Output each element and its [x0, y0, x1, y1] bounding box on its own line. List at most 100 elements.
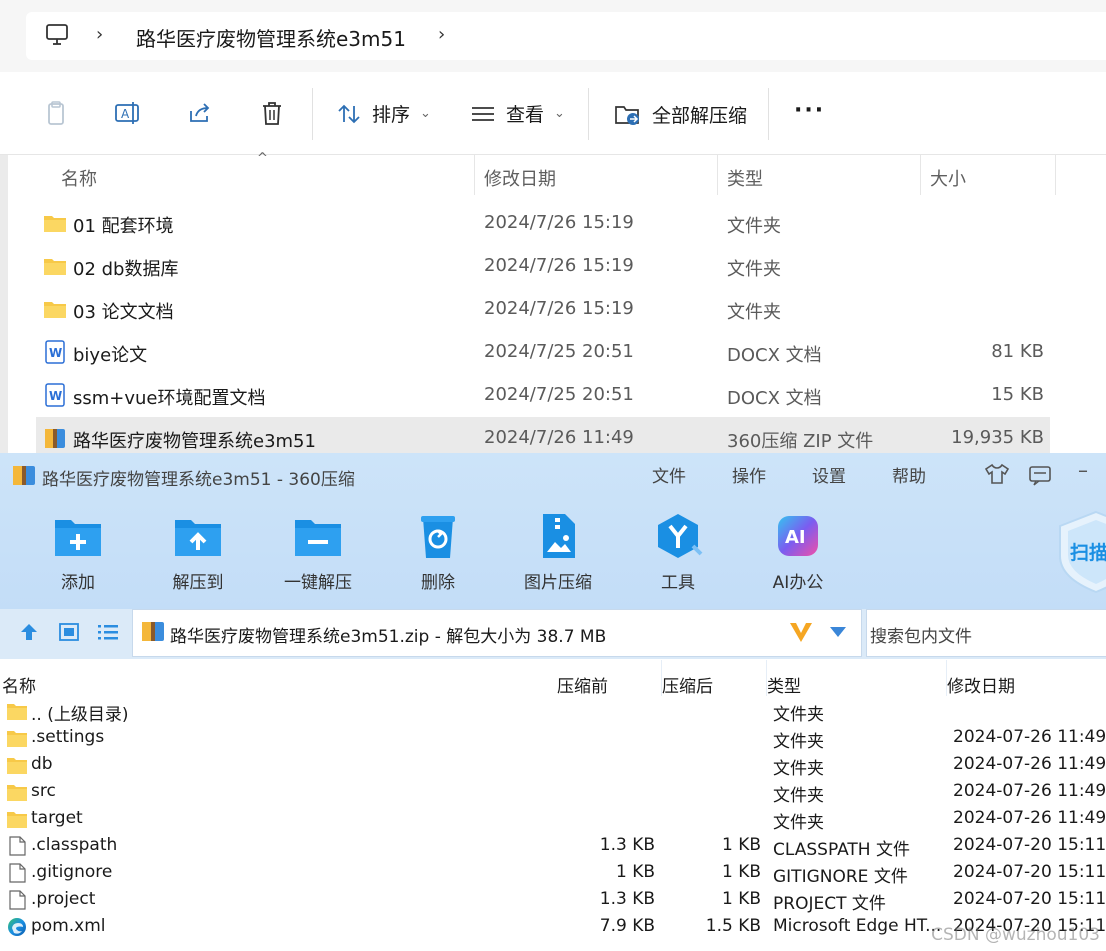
menu-operation[interactable]: 操作: [732, 462, 766, 487]
menu-help[interactable]: 帮助: [892, 462, 926, 487]
entry-type: 文件夹: [773, 786, 824, 806]
archive-search-input[interactable]: 搜索包内文件: [866, 609, 1106, 657]
delete-button[interactable]: 删除: [388, 508, 488, 598]
add-button[interactable]: 添加: [28, 508, 128, 598]
column-divider: [1055, 155, 1056, 195]
zip-app-icon: [13, 466, 35, 485]
more-options-icon[interactable]: ···: [794, 98, 825, 123]
svg-text:W: W: [49, 346, 62, 360]
tools-button[interactable]: 工具: [628, 508, 728, 598]
entry-compressed-size: 1 KB: [721, 889, 761, 909]
menu-file[interactable]: 文件: [652, 462, 686, 487]
ai-office-button[interactable]: AI AI办公: [748, 508, 848, 598]
minimize-icon[interactable]: –: [1078, 458, 1088, 482]
file-date: 2024/7/26 15:19: [484, 212, 634, 233]
extract-to-button[interactable]: 解压到: [148, 508, 248, 598]
column-header-date[interactable]: 修改日期: [484, 165, 556, 191]
folder-icon: [7, 731, 27, 747]
entry-uncompressed-size: 7.9 KB: [599, 916, 655, 936]
file-row[interactable]: 03 论文文档 2024/7/26 15:19 文件夹: [36, 288, 1050, 330]
dropdown-arrow-icon[interactable]: [829, 626, 847, 638]
v-logo-icon[interactable]: [788, 620, 814, 644]
breadcrumb-current[interactable]: 路华医疗废物管理系统e3m51: [136, 23, 406, 52]
column-header-uncompressed[interactable]: 压缩前: [557, 672, 608, 697]
zip-archive-icon: [45, 429, 65, 448]
folder-icon: [7, 785, 27, 801]
menu-settings[interactable]: 设置: [812, 462, 846, 487]
file-type: DOCX 文档: [727, 345, 822, 366]
column-header-size[interactable]: 大小: [930, 165, 966, 191]
sort-label: 排序: [372, 104, 411, 126]
image-compress-label: 图片压缩: [524, 573, 592, 593]
one-click-extract-button[interactable]: 一键解压: [268, 508, 368, 598]
file-row[interactable]: 02 db数据库 2024/7/26 15:19 文件夹: [36, 245, 1050, 287]
zip-entry-row[interactable]: .settings 文件夹 2024-07-26 11:49: [0, 725, 1106, 752]
file-size: 81 KB: [991, 341, 1044, 362]
skin-shirt-icon[interactable]: [984, 462, 1010, 486]
entry-date: 2024-07-20 15:11: [953, 862, 1106, 882]
image-compress-button[interactable]: 图片压缩: [508, 508, 608, 598]
paste-icon[interactable]: [36, 93, 76, 133]
entry-uncompressed-size: 1.3 KB: [599, 889, 655, 909]
file-name: biye论文: [73, 345, 148, 366]
zip-entry-row[interactable]: .. (上级目录) 文件夹: [0, 698, 1106, 725]
file-name: 01 配套环境: [73, 216, 174, 237]
zip-entry-row[interactable]: db 文件夹 2024-07-26 11:49: [0, 752, 1106, 779]
file-name: 03 论文文档: [73, 302, 174, 323]
column-divider: [717, 155, 718, 195]
edge-icon: [8, 918, 26, 936]
chevron-right-icon[interactable]: ›: [438, 24, 445, 45]
rename-icon[interactable]: A: [108, 93, 148, 133]
file-row[interactable]: W ssm+vue环境配置文档 2024/7/25 20:51 DOCX 文档 …: [36, 374, 1050, 416]
column-header-type[interactable]: 类型: [767, 672, 801, 697]
column-header-date[interactable]: 修改日期: [947, 672, 1015, 697]
file-row[interactable]: 01 配套环境 2024/7/26 15:19 文件夹: [36, 202, 1050, 244]
zip-entry-row[interactable]: src 文件夹 2024-07-26 11:49: [0, 779, 1106, 806]
share-icon[interactable]: [180, 93, 220, 133]
sort-button[interactable]: 排序 ⌄: [336, 100, 431, 127]
this-pc-icon[interactable]: [44, 22, 70, 52]
view-list-icon: [472, 106, 494, 121]
folder-icon: [7, 758, 27, 774]
one-click-extract-label: 一键解压: [284, 573, 352, 593]
up-arrow-icon[interactable]: [18, 622, 40, 642]
extract-all-button[interactable]: 全部解压缩: [614, 100, 747, 128]
feedback-icon[interactable]: [1028, 464, 1052, 486]
scan-button[interactable]: 扫描: [1056, 510, 1106, 594]
zip-entry-row[interactable]: target 文件夹 2024-07-26 11:49: [0, 806, 1106, 833]
zip-entry-row[interactable]: .project 1.3 KB 1 KB PROJECT 文件 2024-07-…: [0, 887, 1106, 914]
entry-name: target: [31, 808, 83, 828]
file-icon: [9, 836, 26, 856]
add-label: 添加: [61, 573, 95, 593]
chevron-right-icon[interactable]: ›: [96, 24, 103, 45]
list-view-icon[interactable]: [96, 622, 120, 642]
entry-name: pom.xml: [31, 916, 106, 936]
file-size: 19,935 KB: [951, 427, 1044, 448]
view-button[interactable]: 查看 ⌄: [470, 100, 565, 127]
file-date: 2024/7/25 20:51: [484, 384, 634, 405]
extract-to-icon: [175, 520, 221, 556]
entry-name: src: [31, 781, 56, 801]
search-placeholder: 搜索包内文件: [870, 627, 972, 647]
column-divider: [920, 155, 921, 195]
zip-list-header: [0, 666, 1106, 696]
delete-icon[interactable]: [252, 93, 292, 133]
folder-icon: [44, 216, 66, 232]
column-header-name[interactable]: 名称: [61, 165, 97, 191]
column-header-name[interactable]: 名称: [2, 672, 36, 697]
zip-entry-row[interactable]: .gitignore 1 KB 1 KB GITIGNORE 文件 2024-0…: [0, 860, 1106, 887]
file-row[interactable]: W biye论文 2024/7/25 20:51 DOCX 文档 81 KB: [36, 331, 1050, 373]
sort-ascending-icon: ^: [257, 151, 268, 166]
thumbnail-view-icon[interactable]: [58, 622, 80, 642]
image-compress-icon: [543, 514, 575, 558]
entry-date: 2024-07-26 11:49: [953, 781, 1106, 801]
ai-office-icon: AI: [778, 516, 818, 556]
watermark: CSDN @wuzhou103: [931, 925, 1100, 945]
column-header-type[interactable]: 类型: [727, 165, 763, 191]
entry-uncompressed-size: 1 KB: [615, 862, 655, 882]
column-header-compressed[interactable]: 压缩后: [662, 672, 713, 697]
entry-name: .project: [31, 889, 96, 909]
folder-icon: [7, 812, 27, 828]
entry-date: 2024-07-26 11:49: [953, 754, 1106, 774]
zip-entry-row[interactable]: .classpath 1.3 KB 1 KB CLASSPATH 文件 2024…: [0, 833, 1106, 860]
